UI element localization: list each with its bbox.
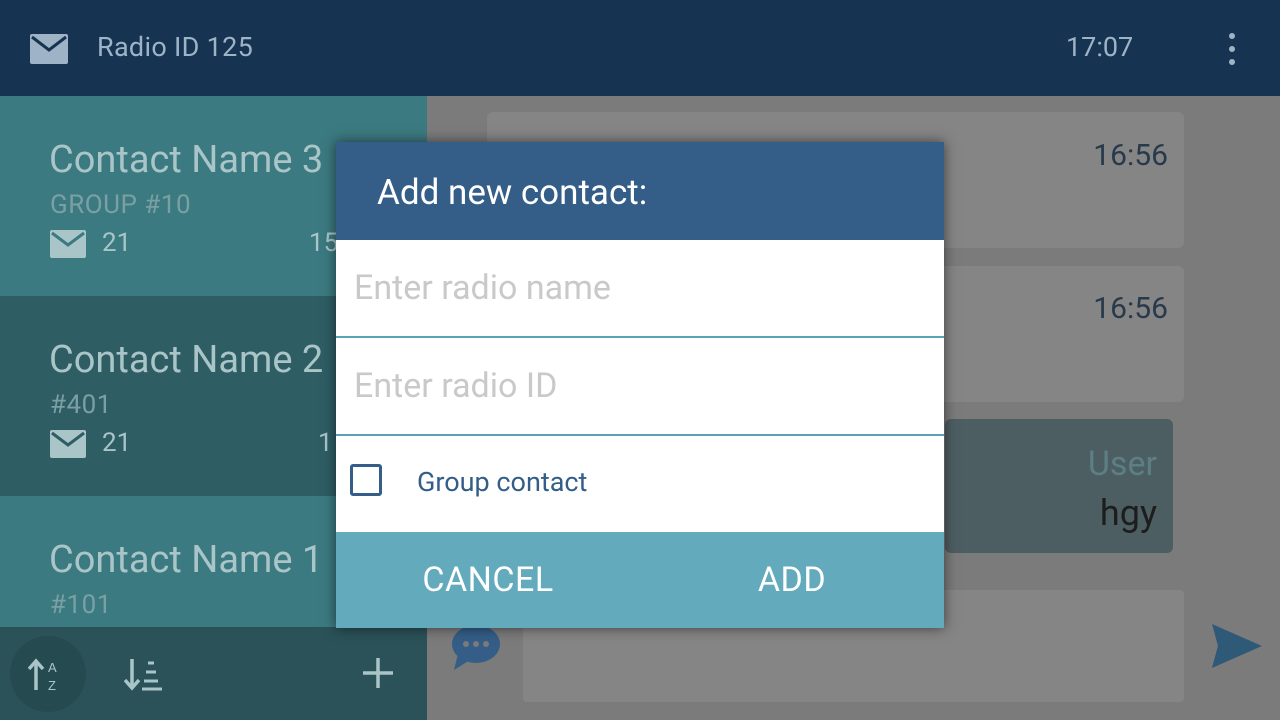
dialog-buttons: CANCEL ADD	[336, 532, 944, 628]
message-count: 21	[102, 228, 132, 258]
message-count: 21	[102, 428, 132, 458]
contact-id: #401	[50, 390, 112, 420]
mail-icon	[50, 230, 86, 258]
user-message-bubble: User hgy	[945, 419, 1173, 553]
radio-id-input[interactable]	[354, 338, 924, 434]
svg-text:A: A	[48, 660, 57, 675]
contact-name: Contact Name 2	[49, 338, 324, 382]
message-time: 16:56	[1093, 291, 1168, 326]
sidebar-toolbar: A Z	[0, 627, 427, 720]
radio-id-field	[336, 338, 944, 436]
more-vert-icon[interactable]	[1221, 31, 1243, 67]
dialog-header: Add new contact:	[336, 142, 944, 240]
chat-bubble-icon[interactable]	[450, 624, 502, 670]
app-title: Radio ID 125	[97, 31, 254, 63]
sort-alpha-icon: A Z	[28, 658, 57, 692]
clock: 17:07	[1066, 31, 1134, 63]
message-sender: User	[1087, 444, 1157, 484]
message-time: 16:56	[1093, 138, 1168, 173]
svg-text:Z: Z	[48, 678, 56, 692]
add-button[interactable]: ADD	[640, 532, 944, 628]
message-text: hgy	[1099, 492, 1157, 534]
top-app-bar: Radio ID 125 17:07	[0, 0, 1280, 96]
radio-name-input[interactable]	[354, 240, 924, 336]
contact-time: 1	[318, 428, 333, 458]
contact-name: Contact Name 3	[49, 138, 324, 182]
group-contact-checkbox[interactable]	[350, 464, 382, 496]
sort-alpha-button[interactable]: A Z	[10, 636, 86, 712]
sort-numeric-icon[interactable]	[124, 657, 164, 691]
group-contact-row[interactable]: Group contact	[336, 436, 944, 532]
mail-icon	[50, 430, 86, 458]
contact-id: #101	[50, 590, 112, 620]
cancel-button[interactable]: CANCEL	[336, 532, 640, 628]
send-icon[interactable]	[1210, 622, 1264, 670]
contact-name: Contact Name 1	[49, 538, 324, 582]
plus-icon[interactable]	[362, 657, 394, 689]
dialog-title: Add new contact:	[377, 172, 648, 213]
group-contact-label: Group contact	[417, 466, 588, 498]
contact-group: GROUP #10	[50, 190, 192, 220]
radio-name-field	[336, 240, 944, 338]
add-contact-dialog: Add new contact: Group contact CANCEL AD…	[336, 142, 944, 628]
mail-icon	[30, 34, 68, 64]
